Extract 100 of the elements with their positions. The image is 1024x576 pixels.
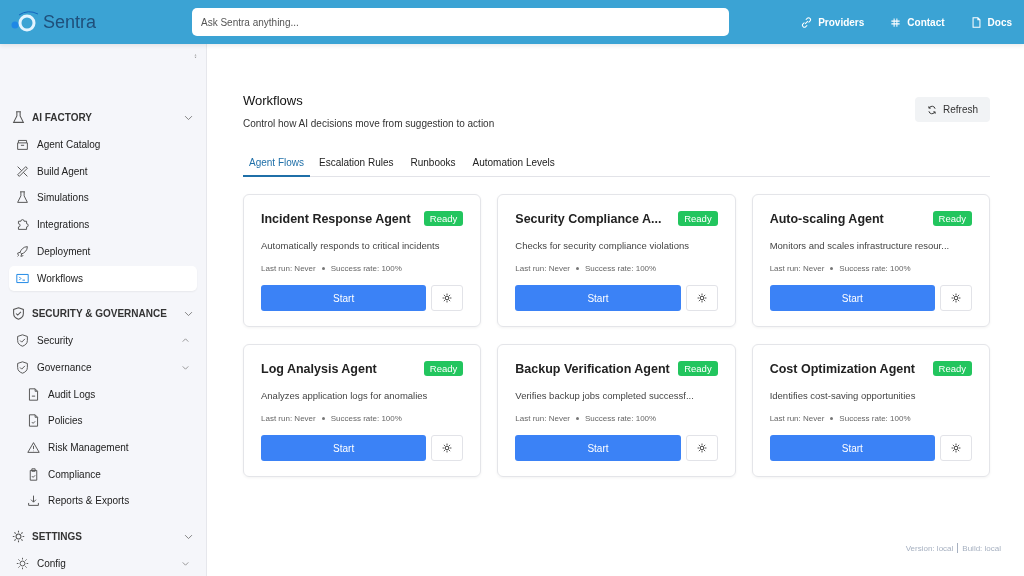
start-button[interactable]: Start (515, 285, 681, 311)
settings-icon (442, 293, 453, 303)
agent-name: Backup Verification Agent (515, 361, 670, 376)
separator-dot (321, 417, 325, 420)
tab[interactable]: Automation Levels (463, 151, 563, 177)
search-field[interactable]: Ask Sentra anything... (192, 8, 729, 36)
settings-icon (696, 293, 707, 303)
status-badge: Ready (678, 361, 718, 376)
start-button[interactable]: Start (515, 435, 681, 461)
agent-name: Auto-scaling Agent (769, 211, 884, 226)
start-button[interactable]: Start (769, 435, 935, 461)
success-rate: Success rate: 100% (585, 264, 657, 273)
separator-dot (576, 267, 580, 270)
section-header[interactable]: SECURITY & GOVERNANCE (9, 300, 197, 327)
success-rate: Success rate: 100% (585, 414, 657, 423)
settings-icon (951, 293, 961, 303)
status-badge: Ready (423, 211, 464, 226)
last-run: Last run: Never (769, 414, 825, 423)
page-subtitle: Control how AI decisions move from suggestion to action (243, 118, 495, 129)
settings-button[interactable] (431, 435, 464, 461)
agent-description: Identifies cost-saving opportunities (769, 390, 917, 401)
agent-name: Log Analysis Agent (261, 361, 377, 376)
shield-icon (16, 360, 29, 374)
settings-button[interactable] (940, 435, 972, 461)
scroll-arrows-icon[interactable] (192, 54, 199, 59)
download-icon (27, 494, 40, 508)
settings-icon (951, 443, 961, 453)
sidebar-item[interactable]: Deployment (9, 238, 197, 264)
separator-dot (321, 267, 325, 270)
brand-name: Sentra (43, 11, 97, 33)
sidebar-item[interactable]: Risk Management (9, 434, 197, 460)
flask-icon (12, 110, 25, 124)
agent-name: Cost Optimization Agent (769, 361, 916, 376)
sidebar-item[interactable]: Audit Logs (9, 381, 197, 407)
start-button[interactable]: Start (261, 435, 427, 461)
gear-icon (16, 557, 29, 570)
last-run: Last run: Never (261, 264, 316, 273)
sidebar-item[interactable]: Agent Catalog (9, 132, 197, 158)
sidebar-item[interactable]: Policies (9, 408, 197, 434)
success-rate: Success rate: 100% (839, 264, 911, 273)
settings-button[interactable] (431, 285, 464, 311)
shield-icon (16, 334, 29, 348)
agent-description: Automatically responds to critical incidents (261, 240, 441, 251)
start-button[interactable]: Start (769, 285, 935, 311)
status-badge: Ready (423, 361, 464, 376)
settings-icon (696, 443, 707, 453)
tab[interactable]: Escalation Rules (310, 151, 402, 177)
agent-description: Checks for security compliance violations (515, 240, 691, 251)
separator-dot (830, 267, 834, 270)
agent-description: Verifies backup jobs completed successf... (515, 390, 695, 401)
last-run: Last run: Never (261, 414, 316, 423)
last-run: Last run: Never (515, 414, 571, 423)
status-badge: Ready (932, 211, 972, 226)
sidebar-item[interactable]: Governance (9, 354, 197, 380)
doccheck-icon (27, 414, 40, 428)
success-rate: Success rate: 100% (839, 414, 911, 423)
settings-button[interactable] (685, 435, 718, 461)
separator-dot (830, 417, 834, 420)
tab[interactable]: Runbooks (401, 151, 464, 177)
flask-icon (16, 191, 29, 205)
separator-dot (576, 417, 580, 420)
status-badge: Ready (932, 361, 972, 376)
tab[interactable]: Agent Flows (243, 151, 311, 177)
success-rate: Success rate: 100% (330, 414, 402, 423)
link-icon (801, 16, 813, 28)
status-badge: Ready (678, 211, 718, 226)
refresh-button[interactable]: Refresh (915, 97, 990, 122)
version-text: Version: local (905, 543, 954, 553)
sidebar-item[interactable]: Reports & Exports (9, 488, 197, 514)
agent-name: Security Compliance A... (515, 211, 662, 226)
agent-description: Analyzes application logs for anomalies (261, 390, 429, 401)
section-header[interactable]: SETTINGS (9, 523, 197, 550)
start-button[interactable]: Start (261, 285, 427, 311)
sidebar-item[interactable]: Config (9, 551, 197, 576)
gear-icon (12, 529, 25, 543)
box-icon (16, 138, 29, 152)
sidebar-item[interactable]: Simulations (9, 185, 197, 211)
refresh-icon (927, 104, 937, 115)
page-title: Workflows (243, 93, 304, 108)
settings-button[interactable] (685, 285, 718, 311)
success-rate: Success rate: 100% (330, 264, 402, 273)
document-icon (970, 16, 982, 28)
sidebar-item[interactable]: Workflows (9, 265, 197, 291)
agent-name: Incident Response Agent (261, 211, 411, 226)
sidebar-item[interactable]: Compliance (9, 461, 197, 487)
rocket-icon (16, 244, 29, 258)
build-text: Build: local (962, 543, 1001, 553)
section-header[interactable]: AI FACTORY (9, 104, 197, 131)
shield-icon (12, 307, 25, 320)
last-run: Last run: Never (769, 264, 825, 273)
tools-icon (16, 164, 29, 178)
doc-icon (27, 387, 40, 401)
sidebar-item[interactable]: Security (9, 328, 197, 354)
agent-description: Monitors and scales infrastructure resour... (769, 240, 951, 251)
warn-icon (27, 440, 40, 454)
sidebar-item[interactable]: Build Agent (9, 158, 197, 184)
last-run: Last run: Never (515, 264, 571, 273)
sidebar-item[interactable]: Integrations (9, 212, 197, 238)
settings-icon (442, 443, 453, 453)
settings-button[interactable] (940, 285, 972, 311)
